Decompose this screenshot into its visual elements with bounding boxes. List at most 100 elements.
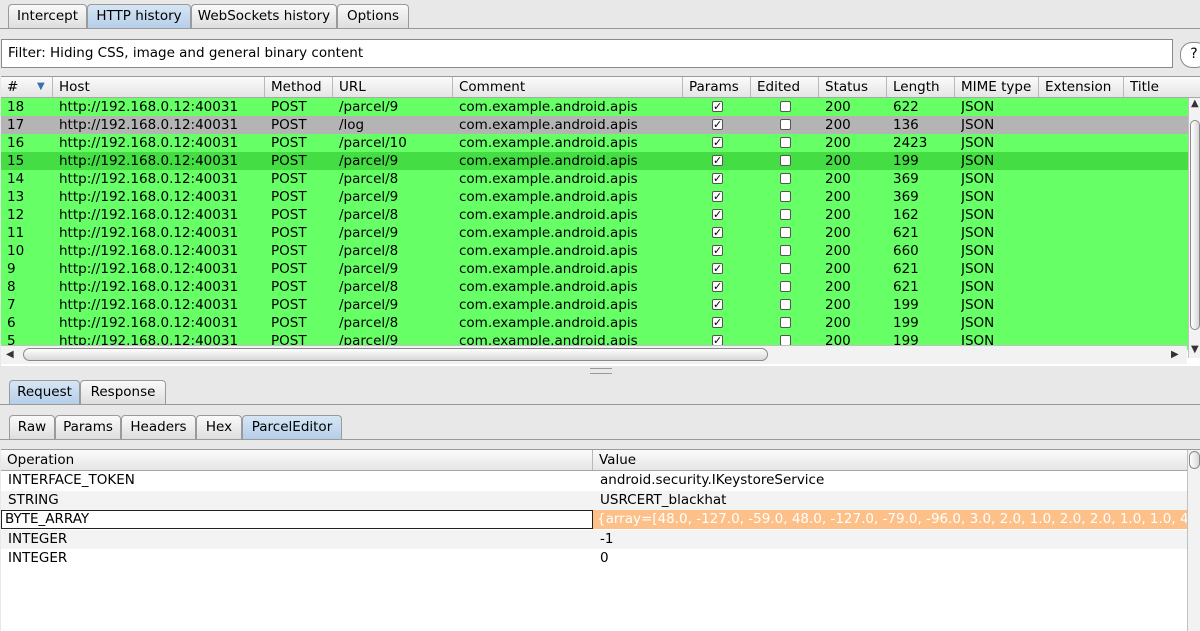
- table-row[interactable]: 7 http://192.168.0.12:40031 POST/parcel/9 c…: [1, 296, 1188, 314]
- column-header-method[interactable]: Method: [265, 77, 333, 97]
- params-checkbox[interactable]: ✓: [712, 263, 723, 274]
- params-checkbox[interactable]: ✓: [712, 245, 723, 256]
- table-row[interactable]: 12 http://192.168.0.12:40031 POST/parcel/8…: [1, 206, 1188, 224]
- edited-checkbox[interactable]: [780, 227, 791, 238]
- column-header-value[interactable]: Value: [593, 450, 1187, 470]
- pane-splitter-handle[interactable]: [590, 368, 612, 374]
- edited-checkbox[interactable]: [780, 191, 791, 202]
- edited-checkbox[interactable]: [780, 173, 791, 184]
- column-header-host[interactable]: Host: [53, 77, 265, 97]
- table-row[interactable]: BYTE_ARRAY {array=[48.0, -127.0, -59.0, 4…: [1, 510, 1187, 529]
- params-checkbox[interactable]: ✓: [712, 173, 723, 184]
- scroll-down-icon[interactable]: ▼: [1191, 344, 1199, 355]
- edited-checkbox[interactable]: [780, 245, 791, 256]
- cell-operation[interactable]: INTEGER: [1, 549, 593, 568]
- edited-checkbox[interactable]: [780, 281, 791, 292]
- help-button[interactable]: ?: [1180, 42, 1200, 68]
- scroll-up-icon[interactable]: ▲: [1191, 98, 1199, 109]
- column-header-num[interactable]: # ▼: [1, 77, 53, 97]
- table-row[interactable]: 15 http://192.168.0.12:40031 POST/parcel/9…: [1, 152, 1188, 170]
- cell-value[interactable]: {array=[48.0, -127.0, -59.0, 48.0, -127.…: [593, 510, 1187, 529]
- cell-mime: JSON: [961, 153, 995, 169]
- column-header-operation[interactable]: Operation: [1, 450, 593, 470]
- column-header-mime-type[interactable]: MIME type: [955, 77, 1039, 97]
- cell-num: 11: [7, 225, 25, 241]
- table-row[interactable]: 18 http://192.168.0.12:40031 POST/parcel/9…: [1, 98, 1188, 116]
- column-header-edited[interactable]: Edited: [751, 77, 819, 97]
- params-checkbox[interactable]: ✓: [712, 281, 723, 292]
- cell-method: POST: [271, 297, 307, 313]
- cell-url: /parcel/9: [339, 99, 399, 115]
- cell-operation[interactable]: BYTE_ARRAY: [1, 510, 593, 529]
- params-checkbox[interactable]: ✓: [712, 101, 723, 112]
- scroll-right-icon[interactable]: ▶: [1171, 349, 1179, 360]
- params-checkbox[interactable]: ✓: [712, 317, 723, 328]
- cell-status: 200: [825, 225, 851, 241]
- table-row[interactable]: 16 http://192.168.0.12:40031 POST/parcel/1…: [1, 134, 1188, 152]
- history-vertical-scrollbar[interactable]: ▲ ▼: [1188, 98, 1200, 358]
- history-horizontal-scrollbar[interactable]: ◀ ▶: [1, 345, 1187, 364]
- params-checkbox[interactable]: ✓: [712, 119, 723, 130]
- edited-checkbox[interactable]: [780, 155, 791, 166]
- tab-headers[interactable]: Headers: [121, 415, 196, 439]
- table-row[interactable]: INTEGER 0: [1, 549, 1187, 568]
- edited-checkbox[interactable]: [780, 101, 791, 112]
- cell-operation[interactable]: STRING: [1, 491, 593, 510]
- edited-checkbox[interactable]: [780, 299, 791, 310]
- history-vertical-scroll-thumb[interactable]: [1190, 120, 1200, 330]
- params-checkbox[interactable]: ✓: [712, 155, 723, 166]
- filter-bar[interactable]: Filter: Hiding CSS, image and general bi…: [1, 39, 1173, 68]
- column-header-params[interactable]: Params: [683, 77, 751, 97]
- table-row[interactable]: INTERFACE_TOKEN android.security.IKeystor…: [1, 471, 1187, 490]
- cell-host: http://192.168.0.12:40031: [59, 153, 239, 169]
- column-header-url[interactable]: URL: [333, 77, 453, 97]
- edited-checkbox[interactable]: [780, 119, 791, 130]
- table-row[interactable]: 17 http://192.168.0.12:40031 POST/log com.e…: [1, 116, 1188, 134]
- history-horizontal-scroll-thumb[interactable]: [23, 348, 768, 361]
- column-header-title[interactable]: Title: [1124, 77, 1200, 97]
- params-checkbox[interactable]: ✓: [712, 299, 723, 310]
- params-checkbox[interactable]: ✓: [712, 227, 723, 238]
- cell-value[interactable]: -1: [593, 530, 1187, 549]
- params-checkbox[interactable]: ✓: [712, 209, 723, 220]
- table-row[interactable]: 8 http://192.168.0.12:40031 POST/parcel/8 c…: [1, 278, 1188, 296]
- edited-checkbox[interactable]: [780, 263, 791, 274]
- cell-value[interactable]: 0: [593, 549, 1187, 568]
- column-header-extension[interactable]: Extension: [1039, 77, 1124, 97]
- operations-vertical-scroll-thumb[interactable]: [1189, 451, 1200, 469]
- edited-checkbox[interactable]: [780, 209, 791, 220]
- table-row[interactable]: 13 http://192.168.0.12:40031 POST/parcel/9…: [1, 188, 1188, 206]
- cell-operation[interactable]: INTERFACE_TOKEN: [1, 471, 593, 490]
- tab-intercept[interactable]: Intercept: [8, 4, 87, 28]
- tab-raw[interactable]: Raw: [9, 415, 55, 439]
- tab-options[interactable]: Options: [337, 4, 409, 28]
- table-row[interactable]: INTEGER -1: [1, 529, 1187, 549]
- cell-value[interactable]: android.security.IKeystoreService: [593, 471, 1187, 490]
- operations-vertical-scrollbar[interactable]: [1187, 450, 1200, 631]
- cell-value[interactable]: USRCERT_blackhat: [593, 491, 1187, 510]
- table-row[interactable]: STRING USRCERT_blackhat: [1, 490, 1187, 510]
- table-row[interactable]: 6 http://192.168.0.12:40031 POST/parcel/8 c…: [1, 314, 1188, 332]
- cell-method: POST: [271, 225, 307, 241]
- tab-request[interactable]: Request: [9, 380, 80, 404]
- tab-http-history[interactable]: HTTP history: [87, 4, 191, 28]
- tab-response[interactable]: Response: [80, 380, 166, 404]
- tab-parcel-editor[interactable]: ParcelEditor: [242, 415, 342, 439]
- column-header-comment[interactable]: Comment: [453, 77, 683, 97]
- tab-websockets-history[interactable]: WebSockets history: [191, 4, 337, 28]
- tab-params[interactable]: Params: [55, 415, 121, 439]
- tab-hex[interactable]: Hex: [196, 415, 242, 439]
- scroll-left-icon[interactable]: ◀: [6, 349, 14, 360]
- table-row[interactable]: 11 http://192.168.0.12:40031 POST/parcel/9…: [1, 224, 1188, 242]
- params-checkbox[interactable]: ✓: [712, 137, 723, 148]
- edited-checkbox[interactable]: [780, 317, 791, 328]
- table-row[interactable]: 14 http://192.168.0.12:40031 POST/parcel/8…: [1, 170, 1188, 188]
- cell-operation[interactable]: INTEGER: [1, 530, 593, 549]
- table-row[interactable]: 9 http://192.168.0.12:40031 POST/parcel/9 c…: [1, 260, 1188, 278]
- column-header-status[interactable]: Status: [819, 77, 887, 97]
- column-header-length[interactable]: Length: [887, 77, 955, 97]
- params-checkbox[interactable]: ✓: [712, 191, 723, 202]
- edited-checkbox[interactable]: [780, 137, 791, 148]
- table-row[interactable]: 10 http://192.168.0.12:40031 POST/parcel/8…: [1, 242, 1188, 260]
- cell-method: POST: [271, 135, 307, 151]
